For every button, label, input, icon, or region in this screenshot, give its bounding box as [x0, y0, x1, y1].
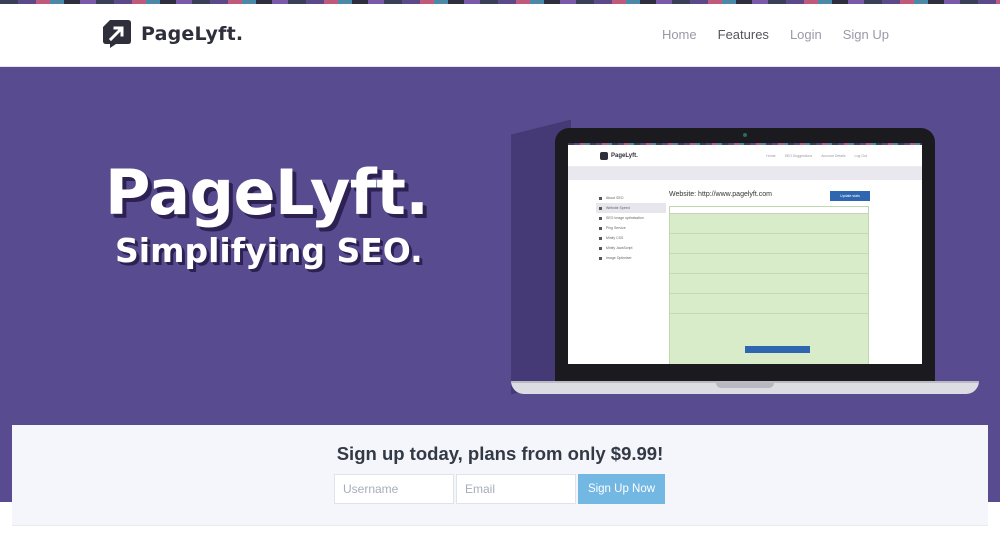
nav-home[interactable]: Home: [662, 27, 697, 42]
laptop-camera: [743, 133, 747, 137]
pagelyft-logo-icon: [103, 20, 131, 48]
screen-table-row: [670, 294, 868, 314]
nav-features[interactable]: Features: [718, 27, 769, 42]
screen-sidebar-item: Minify JavaScript: [596, 243, 666, 253]
content-panel: [12, 525, 988, 548]
screen-brand: PageLyft.: [611, 153, 638, 159]
signup-panel: Sign up today, plans from only $9.99! Si…: [12, 425, 988, 525]
screen-navbar: PageLyft. Home SEO Suggestions Account D…: [568, 145, 922, 167]
screen-sidebar-item: Image Optimiser: [596, 253, 666, 263]
signup-now-button[interactable]: Sign Up Now: [578, 474, 665, 504]
screen-update-button: Update stats: [830, 191, 870, 201]
nav-login[interactable]: Login: [790, 27, 822, 42]
screen-sidebar-item: Ping Service: [596, 223, 666, 233]
nav-signup[interactable]: Sign Up: [843, 27, 889, 42]
brand-name: PageLyft.: [141, 23, 244, 45]
screen-cta-button: [745, 346, 810, 353]
username-input[interactable]: [334, 474, 454, 504]
signup-title: Sign up today, plans from only $9.99!: [336, 443, 664, 464]
screen-nav: Home SEO Suggestions Account Details Log…: [766, 154, 867, 158]
screen-table-header: [670, 207, 868, 214]
laptop-screen: PageLyft. Home SEO Suggestions Account D…: [568, 143, 922, 364]
email-input[interactable]: [456, 474, 576, 504]
screen-sidebar-item: About SEO: [596, 193, 666, 203]
main-nav: Home Features Login Sign Up: [662, 27, 889, 42]
screen-logo: PageLyft.: [600, 152, 638, 160]
hero-subtitle: Simplifying SEO.: [115, 231, 423, 270]
hero-title: PageLyft.: [105, 156, 429, 229]
screen-table-row: [670, 274, 868, 294]
navbar: PageLyft. Home Features Login Sign Up: [0, 4, 1000, 67]
screen-sidebar: About SEO Website Speed SEO Image optimi…: [596, 193, 666, 263]
screen-table-row: [670, 214, 868, 234]
screen-table-row: [670, 254, 868, 274]
brand-logo[interactable]: PageLyft.: [102, 19, 243, 49]
screen-sidebar-item: Website Speed: [596, 203, 666, 213]
screen-sidebar-item: Minify CSS: [596, 233, 666, 243]
screen-table-row: [670, 234, 868, 254]
screen-nav-item: Log Out: [854, 154, 867, 158]
laptop-notch: [716, 383, 774, 388]
screen-band: [568, 167, 922, 180]
screen-logo-icon: [600, 152, 608, 160]
screen-nav-item: Home: [766, 154, 776, 158]
screen-sidebar-item: SEO Image optimisation: [596, 213, 666, 223]
screen-main: Website: http://www.pagelyft.com Update …: [669, 191, 870, 364]
screen-results-table: [669, 206, 869, 364]
screen-nav-item: Account Details: [821, 154, 846, 158]
screen-nav-item: SEO Suggestions: [784, 154, 813, 158]
